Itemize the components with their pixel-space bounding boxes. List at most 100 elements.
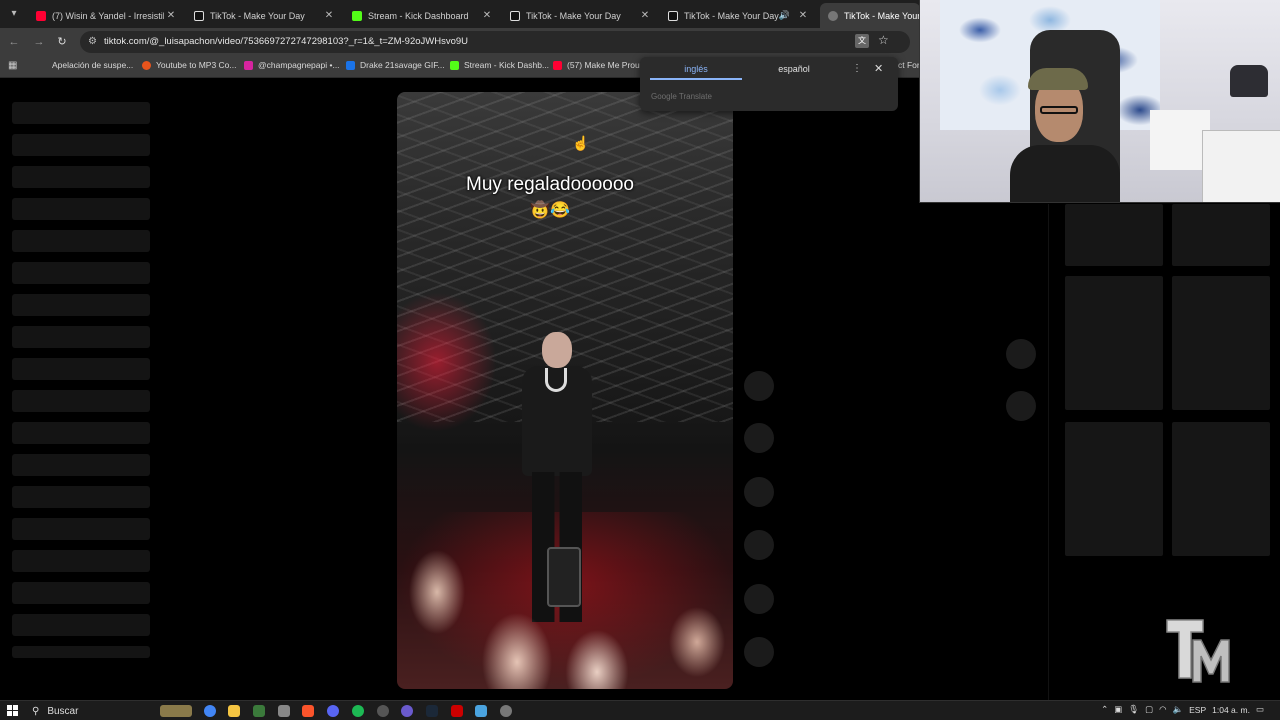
widget-icon[interactable] (160, 705, 192, 717)
obs-icon[interactable] (401, 705, 413, 717)
bookmark-item[interactable]: Drake 21savage GIF... (346, 60, 445, 70)
bookmark-star-icon[interactable]: ☆ (878, 33, 889, 47)
close-tab-icon[interactable]: ✕ (480, 10, 494, 21)
tab-title: (7) Wisin & Yandel - Irresistible (52, 10, 164, 21)
channel-logo (1166, 619, 1230, 683)
share-button[interactable] (744, 530, 774, 560)
bookmark-item[interactable]: Stream - Kick Dashb... (450, 60, 549, 70)
address-bar[interactable]: ⚙ tiktok.com/@_luisapachon/video/7536697… (80, 31, 910, 53)
next-video-button[interactable] (1006, 391, 1036, 421)
skeleton-tile (1065, 276, 1163, 410)
tray-app-icon[interactable]: ▢ (1145, 704, 1153, 715)
tab-title: TikTok - Make Your Day (526, 10, 621, 21)
brave-icon[interactable] (302, 705, 314, 717)
skeleton-tile (1172, 204, 1270, 266)
tiktok-icon (828, 10, 838, 21)
close-icon[interactable]: ✕ (874, 62, 883, 75)
sidebar-skeleton (12, 518, 150, 540)
app-icon[interactable] (377, 705, 389, 717)
webcam-overlay (919, 0, 1280, 203)
translate-tab-target[interactable]: español (748, 64, 840, 80)
app-icon[interactable] (475, 705, 487, 717)
file-explorer-icon[interactable] (228, 705, 240, 717)
sidebar-skeleton (12, 550, 150, 572)
prev-video-button[interactable] (1006, 339, 1036, 369)
close-tab-icon[interactable]: ✕ (322, 10, 336, 21)
lamp (1230, 65, 1268, 97)
comment-button[interactable] (744, 423, 774, 453)
stage-light (397, 292, 497, 432)
wifi-icon[interactable]: ◠ (1159, 704, 1166, 715)
volume-icon[interactable]: 🔈 (1173, 704, 1184, 715)
bookmark-item[interactable]: (57) Make Me Prou... (553, 60, 647, 70)
sidebar-skeleton (12, 646, 150, 658)
tab-tiktok-1[interactable]: TikTok - Make Your Day ✕ (186, 3, 342, 28)
sidebar-skeleton (12, 262, 150, 284)
tiktok-icon (668, 10, 678, 21)
notifications-icon[interactable]: ▭ (1256, 704, 1264, 715)
sidebar-skeleton (12, 102, 150, 124)
tab-tiktok-3[interactable]: TikTok - Make Your Day 🔊 ✕ (660, 3, 816, 28)
discord-icon[interactable] (327, 705, 339, 717)
steam-icon[interactable] (426, 705, 438, 717)
tray-app-icon[interactable]: ▣ (1114, 704, 1122, 715)
bookmark-item[interactable]: Apelación de suspe... (38, 60, 133, 70)
reload-icon[interactable]: ↻ (54, 34, 70, 50)
url-text[interactable]: tiktok.com/@_luisapachon/video/753669727… (104, 36, 468, 47)
like-button[interactable] (744, 371, 774, 401)
hand-cursor-icon: ☝ (572, 135, 590, 151)
apps-grid-icon[interactable]: ▦ (8, 60, 17, 71)
video-player[interactable]: Muy regaladoooooo 🤠😂 (397, 92, 733, 689)
tab-kick-dashboard[interactable]: Stream - Kick Dashboard ✕ (344, 3, 500, 28)
translate-icon[interactable]: 文 (855, 34, 869, 48)
tab-title: TikTok - Make Your Day (684, 10, 779, 21)
sidebar-skeleton (12, 422, 150, 444)
action-button[interactable] (744, 584, 774, 614)
forward-icon[interactable]: → (31, 34, 47, 50)
bookmark-label: (57) Make Me Prou... (567, 60, 647, 70)
close-tab-icon[interactable]: ✕ (796, 10, 810, 21)
spotify-icon[interactable] (352, 705, 364, 717)
app-icon[interactable] (451, 705, 463, 717)
microphone-icon[interactable]: 🎙 (1128, 704, 1139, 715)
video-caption: Muy regaladoooooo (466, 174, 634, 195)
tiktok-icon (510, 10, 520, 21)
gif-icon (346, 60, 355, 70)
skeleton-tile (1172, 422, 1270, 556)
video-caption-emojis: 🤠😂 (530, 202, 570, 219)
skeleton-tile (1065, 422, 1163, 556)
translate-tab-source[interactable]: inglés (650, 64, 742, 80)
sidebar-skeleton (12, 614, 150, 636)
app-icon[interactable] (278, 705, 290, 717)
tab-tiktok-2[interactable]: TikTok - Make Your Day ✕ (502, 3, 658, 28)
clock[interactable]: 1:04 a. m. (1212, 705, 1250, 715)
bookmark-item[interactable]: @champagnepapi •... (244, 60, 340, 70)
speaker-icon[interactable]: 🔊 (779, 10, 790, 21)
bookmark-label: @champagnepapi •... (258, 60, 340, 70)
bookmark-button[interactable] (744, 477, 774, 507)
language-indicator[interactable]: ESP (1189, 705, 1206, 715)
site-info-icon[interactable]: ⚙ (88, 36, 100, 48)
tab-wisin-yandel[interactable]: (7) Wisin & Yandel - Irresistible ✕ (28, 3, 184, 28)
chevron-up-icon[interactable]: ⌃ (1101, 704, 1108, 715)
translate-popup: inglés español ⋮ ✕ Google Translate (640, 57, 898, 111)
chrome-icon[interactable] (204, 705, 216, 717)
skeleton-tile (1065, 204, 1163, 266)
tab-search-icon[interactable]: ▾ (4, 4, 24, 24)
close-tab-icon[interactable]: ✕ (164, 10, 178, 21)
back-icon[interactable]: ← (6, 34, 22, 50)
sidebar-skeleton (12, 166, 150, 188)
sidebar-skeleton (12, 230, 150, 252)
windows-start-icon[interactable] (7, 705, 19, 717)
bookmark-item[interactable]: Youtube to MP3 Co... (142, 60, 237, 70)
more-options-icon[interactable]: ⋮ (852, 63, 862, 74)
music-button[interactable] (744, 637, 774, 667)
settings-icon[interactable] (500, 705, 512, 717)
youtube-icon (36, 10, 46, 21)
streamer-shirt (1010, 145, 1120, 202)
close-tab-icon[interactable]: ✕ (638, 10, 652, 21)
tab-tiktok-active[interactable]: TikTok - Make Your Da (820, 3, 920, 28)
sidebar-skeleton (12, 198, 150, 220)
app-icon[interactable] (253, 705, 265, 717)
bookmark-item[interactable]: ct For (898, 60, 920, 70)
